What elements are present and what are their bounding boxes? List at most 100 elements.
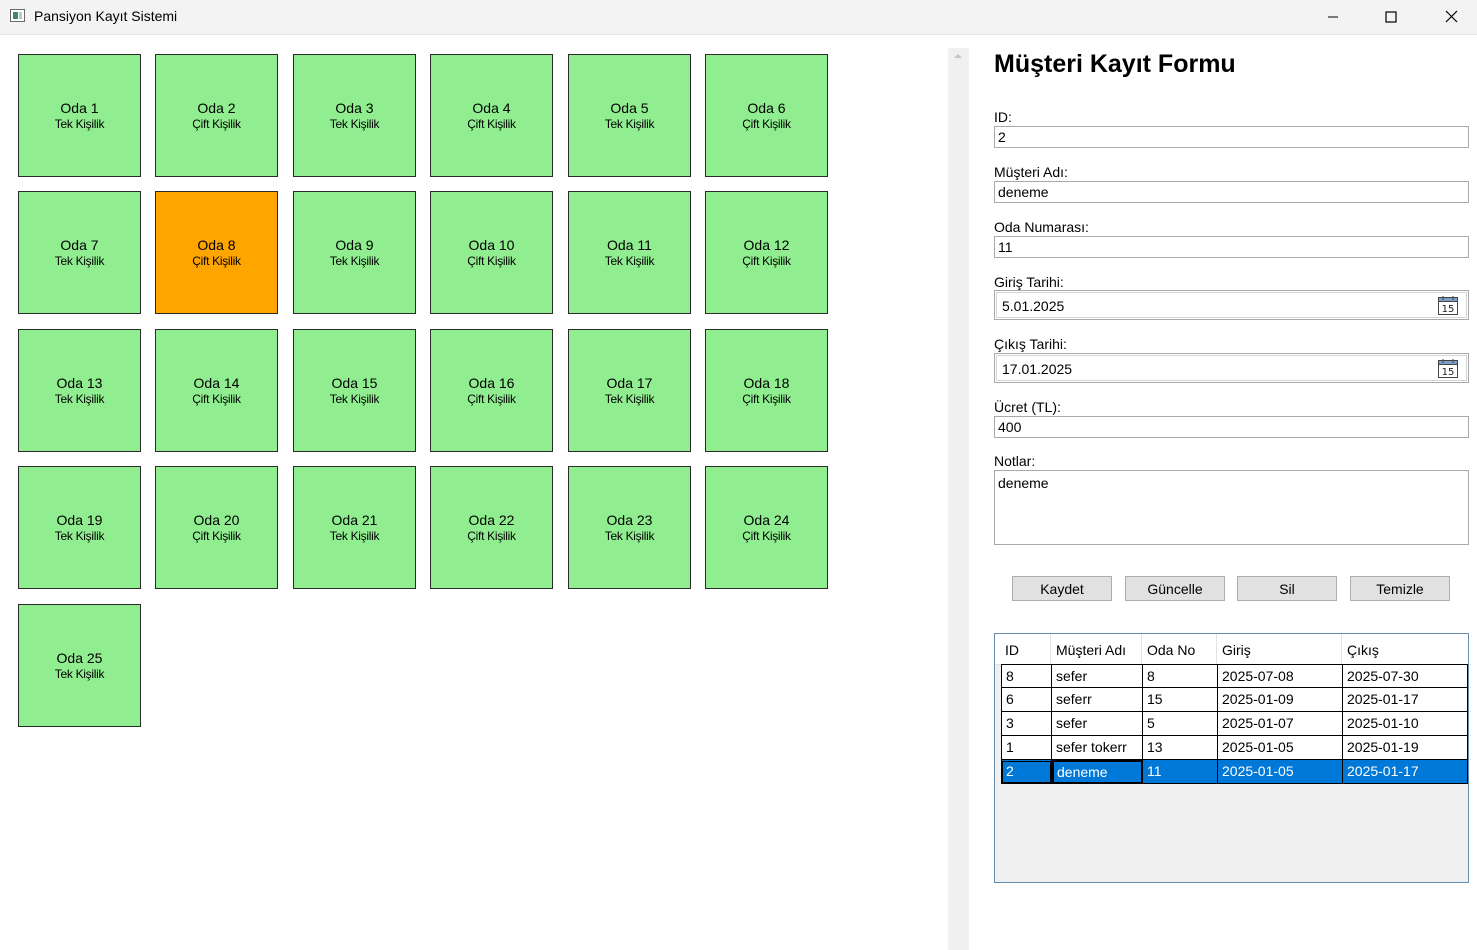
room-tile[interactable]: Oda 1 Tek Kişilik (18, 54, 141, 177)
room-name: Oda 7 (60, 237, 99, 253)
customer-name-field[interactable]: deneme (994, 181, 1469, 203)
room-type: Çift Kişilik (192, 117, 241, 131)
table-cell[interactable]: 2025-01-05 (1218, 736, 1343, 760)
calendar-icon[interactable]: 15 (1437, 359, 1459, 379)
room-number-field[interactable]: 11 (994, 236, 1469, 258)
table-cell[interactable]: sefer tokerr (1052, 736, 1143, 760)
table-cell[interactable]: 2025-07-08 (1218, 664, 1343, 688)
room-tile[interactable]: Oda 18 Çift Kişilik (705, 329, 828, 452)
room-tile[interactable]: Oda 8 Çift Kişilik (155, 191, 278, 314)
table-cell[interactable]: 2025-01-10 (1343, 712, 1468, 736)
room-tile[interactable]: Oda 19 Tek Kişilik (18, 466, 141, 589)
table-cell[interactable]: 2025-01-17 (1343, 688, 1468, 712)
column-header[interactable]: Oda No (1142, 634, 1217, 664)
room-tile[interactable]: Oda 24 Çift Kişilik (705, 466, 828, 589)
table-cell[interactable]: 2025-01-19 (1343, 736, 1468, 760)
table-cell[interactable]: 2025-01-17 (1343, 760, 1468, 784)
room-name: Oda 15 (331, 375, 378, 391)
room-tile[interactable]: Oda 17 Tek Kişilik (568, 329, 691, 452)
room-name: Oda 13 (56, 375, 103, 391)
table-row[interactable]: 3 sefer 5 2025-01-07 2025-01-10 (1001, 712, 1468, 736)
table-cell[interactable]: seferr (1052, 688, 1143, 712)
room-tile[interactable]: Oda 5 Tek Kişilik (568, 54, 691, 177)
table-row[interactable]: 8 sefer 8 2025-07-08 2025-07-30 (1001, 664, 1468, 688)
room-tile[interactable]: Oda 11 Tek Kişilik (568, 191, 691, 314)
room-tile[interactable]: Oda 14 Çift Kişilik (155, 329, 278, 452)
table-cell[interactable]: 2 (1001, 760, 1052, 784)
vertical-scrollbar[interactable] (948, 48, 969, 950)
table-cell[interactable]: 8 (1143, 664, 1218, 688)
room-name: Oda 25 (56, 650, 103, 666)
table-cell[interactable]: 13 (1143, 736, 1218, 760)
table-cell[interactable]: 5 (1143, 712, 1218, 736)
customer-name-label: Müşteri Adı: (994, 164, 1068, 180)
calendar-icon[interactable]: 15 (1437, 296, 1459, 316)
room-name: Oda 6 (747, 100, 786, 116)
close-button[interactable] (1428, 0, 1474, 33)
table-cell[interactable]: 2025-07-30 (1343, 664, 1468, 688)
room-tile[interactable]: Oda 15 Tek Kişilik (293, 329, 416, 452)
clear-button[interactable]: Temizle (1350, 576, 1450, 601)
table-row[interactable]: 2 deneme 11 2025-01-05 2025-01-17 (1001, 760, 1468, 784)
scroll-up-arrow-icon[interactable] (954, 54, 962, 58)
room-tile[interactable]: Oda 21 Tek Kişilik (293, 466, 416, 589)
room-tile[interactable]: Oda 3 Tek Kişilik (293, 54, 416, 177)
table-cell[interactable]: sefer (1052, 712, 1143, 736)
column-header[interactable]: Müşteri Adı (1051, 634, 1142, 664)
room-name: Oda 24 (743, 512, 790, 528)
room-tile[interactable]: Oda 22 Çift Kişilik (430, 466, 553, 589)
maximize-button[interactable] (1368, 0, 1414, 33)
delete-button[interactable]: Sil (1237, 576, 1337, 601)
table-cell[interactable]: 6 (1001, 688, 1052, 712)
room-tile[interactable]: Oda 20 Çift Kişilik (155, 466, 278, 589)
table-cell[interactable]: sefer (1052, 664, 1143, 688)
table-cell[interactable]: 2025-01-09 (1218, 688, 1343, 712)
save-button[interactable]: Kaydet (1012, 576, 1112, 601)
checkout-date-label: Çıkış Tarihi: (994, 336, 1067, 352)
room-name: Oda 1 (60, 100, 99, 116)
table-row[interactable]: 6 seferr 15 2025-01-09 2025-01-17 (1001, 688, 1468, 712)
table-row[interactable]: 1 sefer tokerr 13 2025-01-05 2025-01-19 (1001, 736, 1468, 760)
room-name: Oda 14 (193, 375, 240, 391)
checkin-date-picker[interactable]: 5.01.2025 15 (994, 290, 1469, 320)
room-tile[interactable]: Oda 16 Çift Kişilik (430, 329, 553, 452)
room-tile[interactable]: Oda 2 Çift Kişilik (155, 54, 278, 177)
room-tile[interactable]: Oda 7 Tek Kişilik (18, 191, 141, 314)
room-name: Oda 8 (197, 237, 236, 253)
room-tile[interactable]: Oda 12 Çift Kişilik (705, 191, 828, 314)
room-tile[interactable]: Oda 9 Tek Kişilik (293, 191, 416, 314)
table-cell[interactable]: 3 (1001, 712, 1052, 736)
table-cell[interactable]: 1 (1001, 736, 1052, 760)
table-header: ID Müşteri Adı Oda No Giriş Çıkış (995, 634, 1468, 665)
column-header[interactable]: Giriş (1217, 634, 1342, 664)
room-tile[interactable]: Oda 10 Çift Kişilik (430, 191, 553, 314)
room-name: Oda 9 (335, 237, 374, 253)
room-tile[interactable]: Oda 4 Çift Kişilik (430, 54, 553, 177)
fee-field[interactable]: 400 (994, 416, 1469, 438)
column-header[interactable]: ID (1000, 634, 1051, 664)
table-cell[interactable]: 2025-01-07 (1218, 712, 1343, 736)
room-type: Çift Kişilik (467, 254, 516, 268)
minimize-button[interactable] (1310, 0, 1356, 33)
table-cell[interactable]: 2025-01-05 (1218, 760, 1343, 784)
id-field[interactable]: 2 (994, 126, 1469, 148)
room-name: Oda 2 (197, 100, 236, 116)
update-button[interactable]: Güncelle (1125, 576, 1225, 601)
checkin-date-label: Giriş Tarihi: (994, 274, 1064, 290)
room-tile[interactable]: Oda 13 Tek Kişilik (18, 329, 141, 452)
customer-table[interactable]: ID Müşteri Adı Oda No Giriş Çıkış 8 sefer 8 202… (994, 633, 1469, 883)
title-bar: Pansiyon Kayıt Sistemi (0, 0, 1477, 35)
checkout-date-picker[interactable]: 17.01.2025 15 (994, 353, 1469, 383)
room-tile[interactable]: Oda 23 Tek Kişilik (568, 466, 691, 589)
room-tile[interactable]: Oda 6 Çift Kişilik (705, 54, 828, 177)
room-type: Çift Kişilik (192, 392, 241, 406)
room-tile[interactable]: Oda 25 Tek Kişilik (18, 604, 141, 727)
close-icon (1445, 10, 1457, 23)
table-cell[interactable]: 11 (1143, 760, 1218, 784)
room-type: Çift Kişilik (742, 529, 791, 543)
table-cell[interactable]: 15 (1143, 688, 1218, 712)
column-header[interactable]: Çıkış (1342, 634, 1467, 664)
table-cell[interactable]: deneme (1052, 760, 1143, 784)
table-cell[interactable]: 8 (1001, 664, 1052, 688)
notes-field[interactable]: deneme (994, 470, 1469, 545)
